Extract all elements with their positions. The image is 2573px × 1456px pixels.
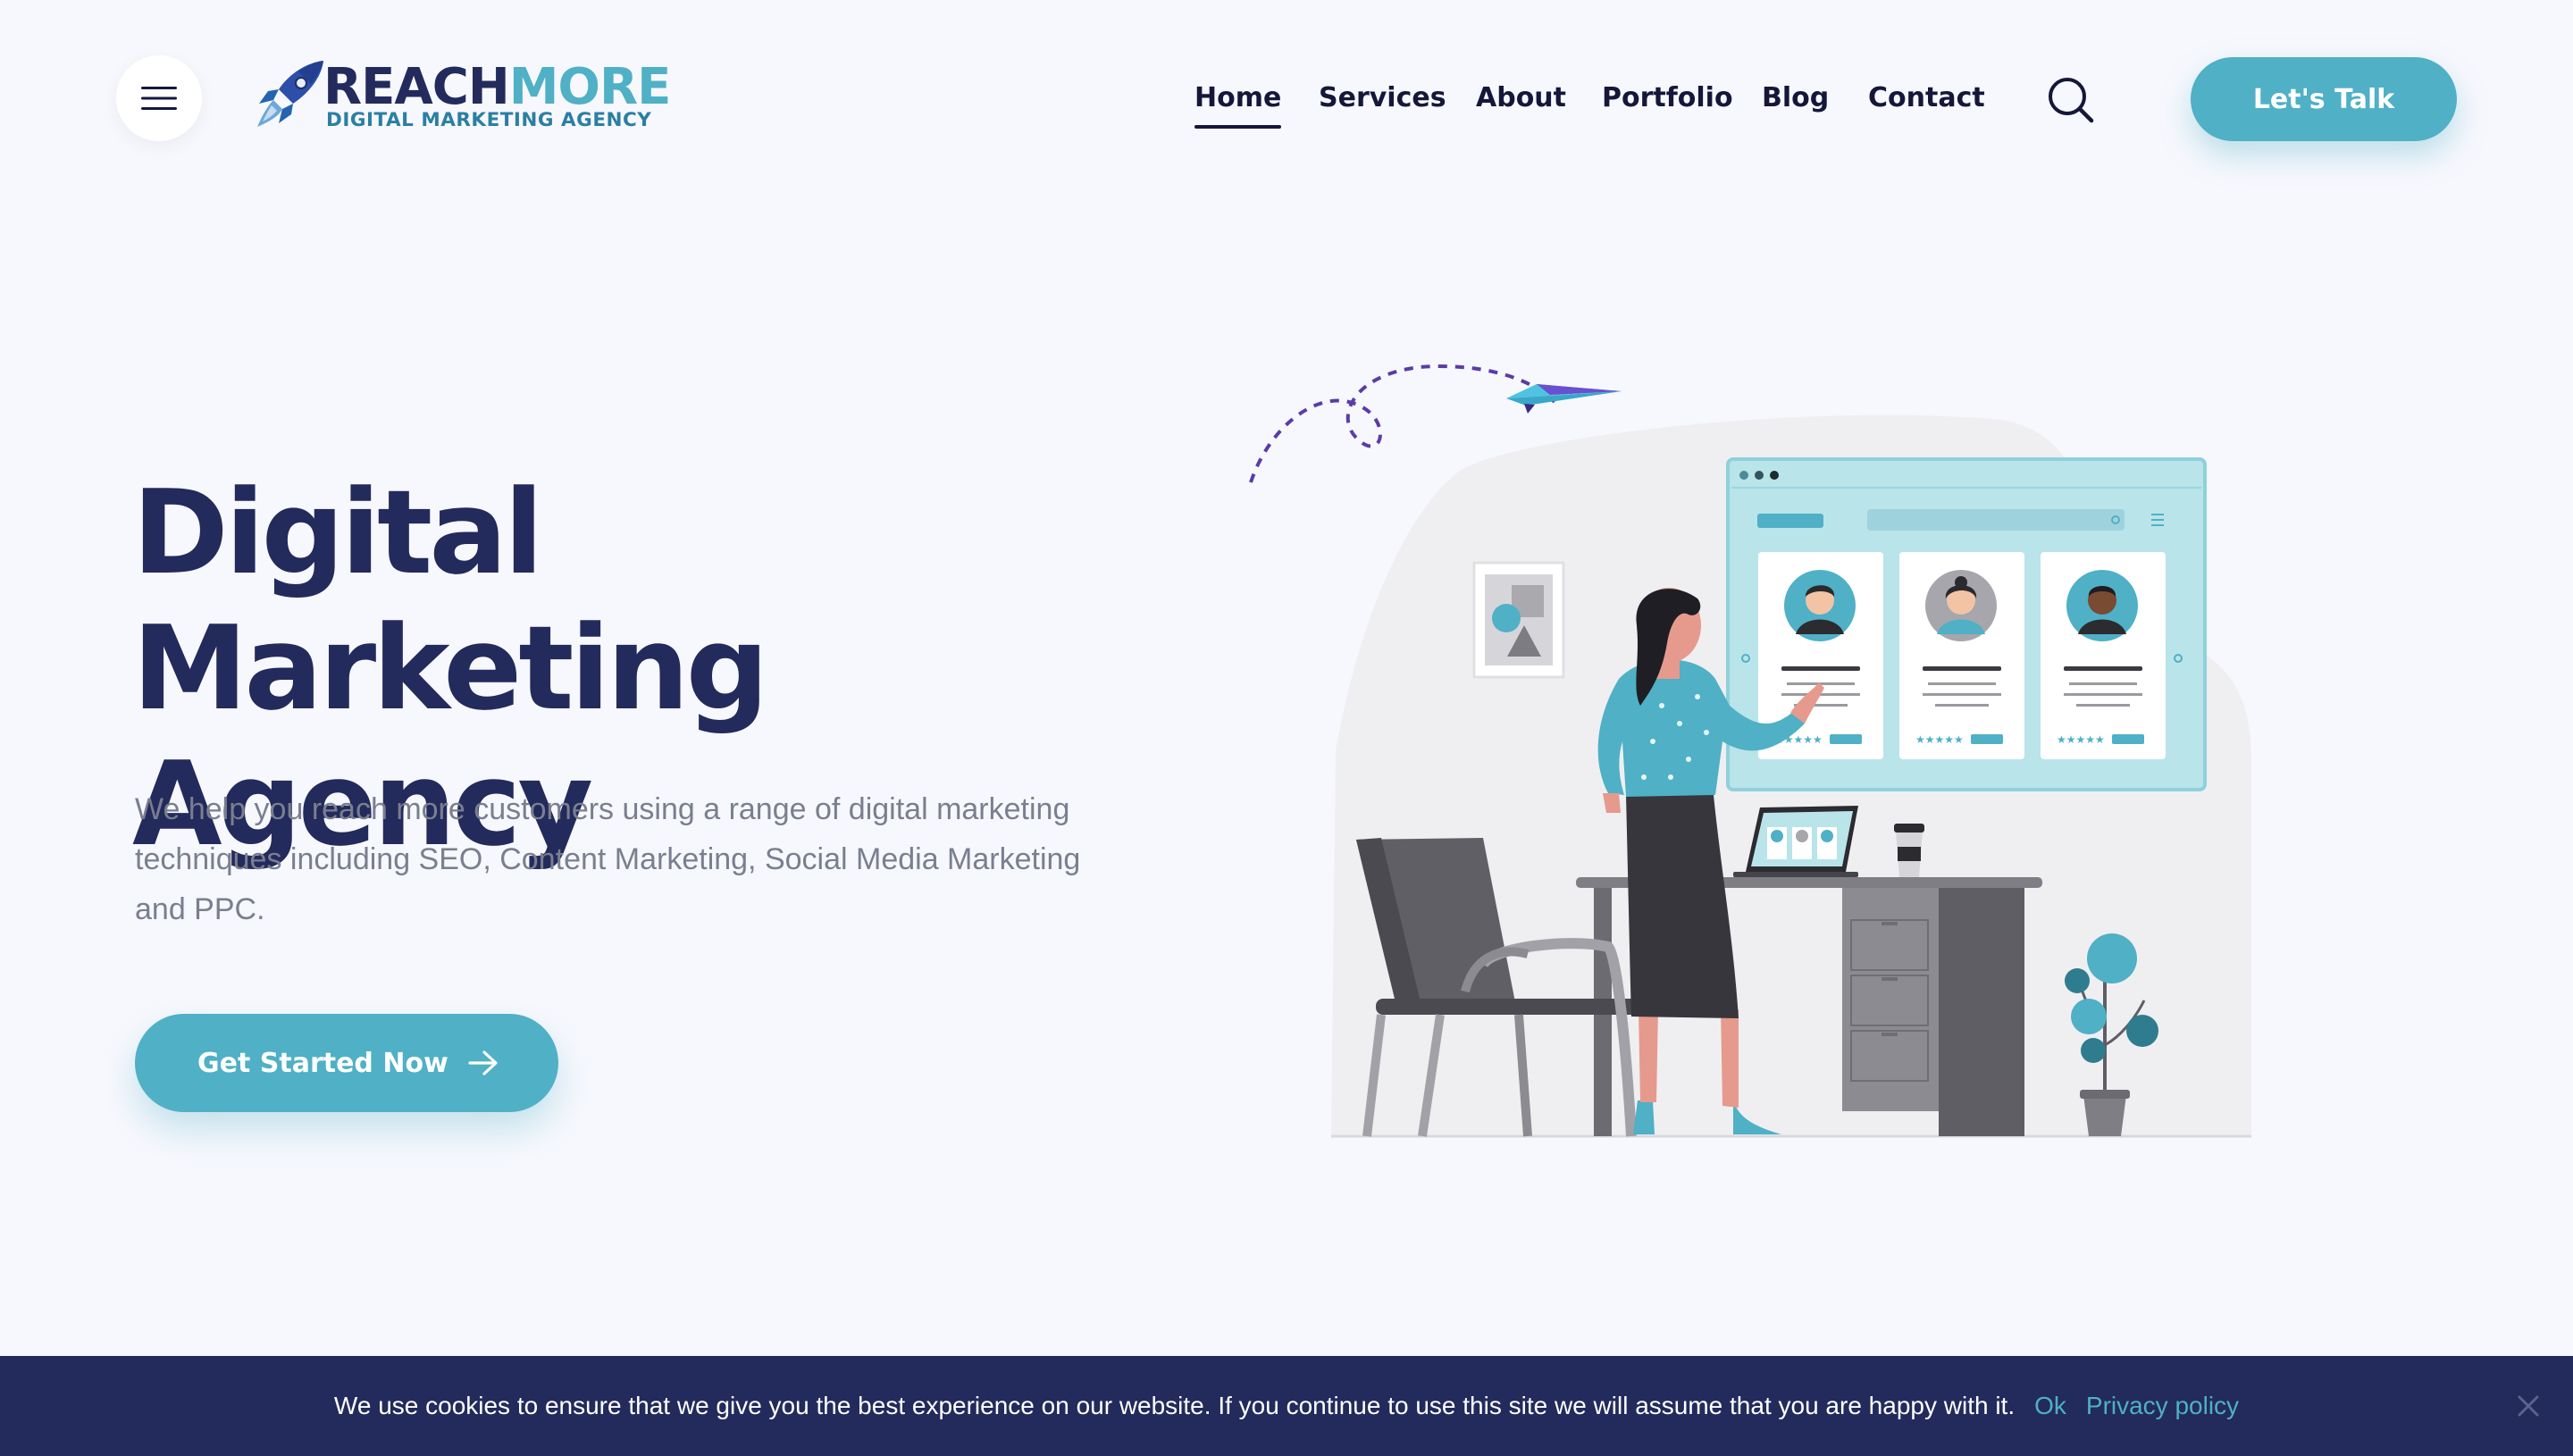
hero-description: We help you reach more customers using a…	[135, 792, 1081, 926]
lets-talk-button[interactable]: Let's Talk	[2191, 57, 2457, 141]
logo-wordmark: REACHMORE	[323, 58, 671, 116]
cookie-notice-text: We use cookies to ensure that we give yo…	[333, 1392, 2016, 1419]
nav-services[interactable]: Services	[1319, 75, 1446, 121]
svg-text:★★★★★: ★★★★★	[1915, 733, 1964, 746]
get-started-label: Get Started Now	[197, 1047, 448, 1079]
rocket-logo-icon	[257, 61, 323, 127]
search-icon	[2049, 78, 2094, 123]
cookie-ok-link[interactable]: Ok	[2034, 1392, 2066, 1420]
nav-portfolio[interactable]: Portfolio	[1602, 75, 1733, 121]
search-button[interactable]	[2046, 75, 2096, 125]
site-header: REACHMORE DIGITAL MARKETING AGENCY Home …	[0, 0, 2573, 197]
profile-card-3: ★★★★★	[2041, 552, 2166, 759]
profile-card-2: ★★★★★	[1899, 552, 2024, 759]
hamburger-menu-icon	[141, 87, 177, 110]
close-icon[interactable]	[2516, 1393, 2541, 1418]
nav-blog[interactable]: Blog	[1762, 75, 1829, 121]
hero-title-line-1: Digital Marketing	[132, 464, 769, 736]
logo-tagline: DIGITAL MARKETING AGENCY	[326, 109, 652, 131]
arrow-right-icon	[468, 1050, 498, 1075]
get-started-button[interactable]: Get Started Now	[135, 1014, 558, 1112]
nav-home[interactable]: Home	[1194, 75, 1282, 129]
browser-window-graphic: ★★★★★ ★★★★★ ★★★★★	[1726, 457, 2207, 791]
wall-picture-frame	[1472, 561, 1565, 679]
privacy-policy-link[interactable]: Privacy policy	[2086, 1392, 2239, 1420]
nav-about[interactable]: About	[1476, 75, 1566, 121]
nav-contact[interactable]: Contact	[1868, 75, 1985, 121]
hamburger-menu-button[interactable]	[116, 55, 202, 141]
svg-text:★★★★★: ★★★★★	[2057, 733, 2105, 746]
cookie-notice-bar: We use cookies to ensure that we give yo…	[0, 1356, 2573, 1456]
site-logo[interactable]: REACHMORE DIGITAL MARKETING AGENCY	[252, 57, 671, 138]
hero-illustration: ★★★★★ ★★★★★ ★★★★★	[1249, 364, 2251, 1138]
